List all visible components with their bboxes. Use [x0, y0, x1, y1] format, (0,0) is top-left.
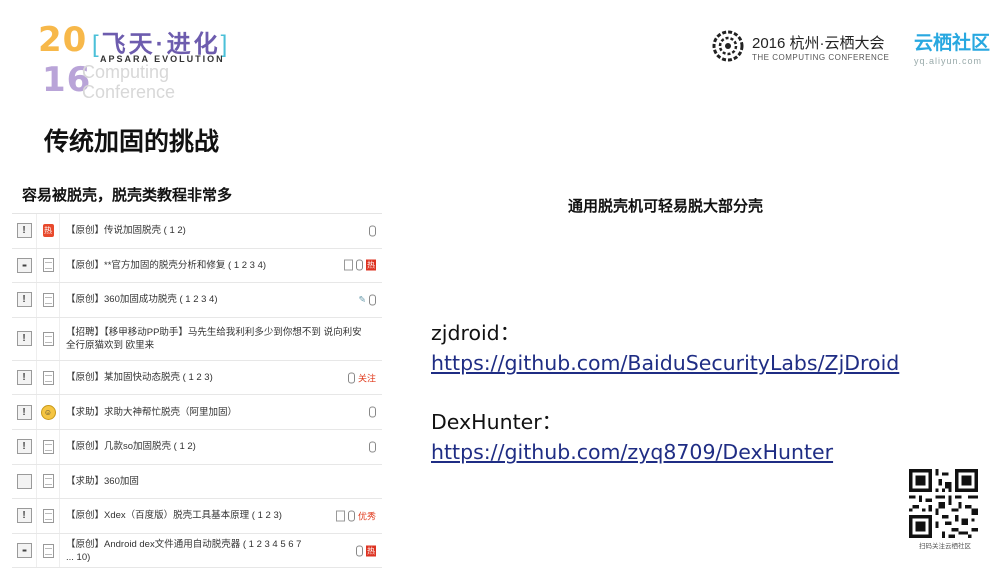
attachment-icon: [356, 545, 363, 557]
qr-caption: 扫码关注云栖社区: [919, 543, 971, 550]
attachment-icon: [369, 441, 376, 453]
forum-row-title[interactable]: 【原创】几款so加固脱壳 ( 1 2): [60, 440, 382, 453]
normal-flag-icon: [16, 473, 32, 489]
alert-flag-icon: !: [16, 404, 32, 420]
attachment-icon: [369, 294, 376, 306]
forum-row[interactable]: 【求助】360加固: [12, 464, 382, 500]
logo-event-sub: APSARA EVOLUTION: [100, 54, 225, 64]
attachment-icon: [369, 225, 376, 237]
left-caption: 容易被脱壳，脱壳类教程非常多: [22, 187, 233, 204]
forum-row-title[interactable]: 【原创】Android dex文件通用自动脱壳器 ( 1 2 3 4 5 6 7…: [60, 538, 382, 564]
alert-flag-icon: !: [16, 370, 32, 386]
conference-globe-icon: [712, 30, 744, 62]
unpacker-links: zjdroid： https://github.com/BaiduSecurit…: [431, 318, 899, 467]
forum-row-title[interactable]: 【原创】360加固成功脱壳 ( 1 2 3 4): [60, 293, 382, 306]
conference-subtitle: THE COMPUTING CONFERENCE: [752, 53, 890, 62]
excellent-badge: 优秀: [357, 511, 376, 522]
community-url: yq.aliyun.com: [914, 56, 983, 66]
forum-row[interactable]: ! 【招聘】【移甲移动PP助手】马先生给我利利多少到你想不到 说向利安全行原猫欢…: [12, 317, 382, 361]
forum-row-title[interactable]: 【原创】传说加固脱壳 ( 1 2): [60, 224, 382, 237]
zjdroid-label: zjdroid：: [431, 321, 521, 345]
forum-row[interactable]: ! 热 【原创】传说加固脱壳 ( 1 2): [12, 214, 382, 249]
document-icon: [42, 258, 54, 273]
dexhunter-label: DexHunter：: [431, 410, 563, 434]
forum-row[interactable]: ! ☺ 【求助】求助大神帮忙脱壳（阿里加固）: [12, 395, 382, 430]
alert-flag-icon: !: [16, 331, 32, 347]
emoticon-icon: ☺: [40, 404, 56, 420]
document-icon: [42, 331, 54, 346]
yunqi-community-logo: 云栖社区 yq.aliyun.com: [914, 28, 1000, 66]
conference-title: 2016 杭州·云栖大会: [752, 35, 885, 52]
pinned-flag-icon: ▪▪: [16, 543, 32, 559]
conference-logo: 2016 杭州·云栖大会 THE COMPUTING CONFERENCE: [712, 30, 902, 70]
image-attachment-icon: [344, 259, 353, 271]
pinned-flag-icon: ▪▪: [16, 257, 32, 273]
logo-year-top: 20: [38, 20, 88, 60]
attachment-icon: [369, 406, 376, 418]
document-icon: [42, 474, 54, 489]
document-icon: [42, 370, 54, 385]
attachment-icon: [347, 510, 355, 522]
document-icon: [42, 292, 54, 307]
alert-flag-icon: !: [16, 508, 32, 524]
forum-row[interactable]: ▪▪ 【原创】**官方加固的脱壳分析和修复 ( 1 2 3 4) 热: [12, 248, 382, 284]
logo-ghost-conference: Conference: [82, 82, 176, 102]
forum-row-title[interactable]: 【招聘】【移甲移动PP助手】马先生给我利利多少到你想不到 说向利安全行原猫欢到 …: [60, 326, 382, 352]
forum-row[interactable]: ! 【原创】某加固快动态脱壳 ( 1 2 3) 关注: [12, 360, 382, 396]
forum-row-title[interactable]: 【求助】求助大神帮忙脱壳（阿里加固）: [60, 406, 382, 419]
slide-title: 传统加固的挑战: [44, 128, 220, 156]
forum-row[interactable]: ! 【原创】Xdex（百度版）脱壳工具基本原理 ( 1 2 3) 优秀: [12, 499, 382, 534]
zjdroid-link[interactable]: https://github.com/BaiduSecurityLabs/ZjD…: [431, 348, 899, 378]
attachment-icon: [347, 372, 355, 384]
forum-row-title[interactable]: 【原创】Xdex（百度版）脱壳工具基本原理 ( 1 2 3): [60, 509, 382, 522]
hot-badge: 热: [366, 545, 376, 557]
forum-row-title[interactable]: 【原创】某加固快动态脱壳 ( 1 2 3): [60, 371, 382, 384]
dexhunter-link[interactable]: https://github.com/zyq8709/DexHunter: [431, 437, 899, 467]
apsara-logo: 20 16 Computing Conference [飞天·进化] APSAR…: [38, 18, 268, 108]
alert-flag-icon: !: [16, 223, 32, 239]
document-icon: [42, 543, 54, 558]
follow-badge: 关注: [357, 373, 376, 384]
forum-row[interactable]: ! 【原创】几款so加固脱壳 ( 1 2): [12, 429, 382, 465]
attachment-icon: [356, 259, 363, 271]
hot-topic-icon: 热: [42, 224, 54, 238]
logo-ghost-computing: Computing: [82, 62, 170, 82]
hot-badge: 热: [366, 259, 376, 271]
forum-row[interactable]: ! 【原创】360加固成功脱壳 ( 1 2 3 4) ✎: [12, 283, 382, 318]
forum-row-title[interactable]: 【求助】360加固: [60, 475, 382, 488]
alert-flag-icon: !: [16, 439, 32, 455]
image-attachment-icon: [335, 510, 345, 522]
alert-flag-icon: !: [16, 292, 32, 308]
edit-icon: ✎: [358, 294, 366, 305]
right-caption: 通用脱壳机可轻易脱大部分壳: [568, 198, 764, 215]
forum-row-title[interactable]: 【原创】**官方加固的脱壳分析和修复 ( 1 2 3 4): [60, 259, 382, 272]
qr-code-icon: [909, 469, 978, 538]
document-icon: [42, 508, 54, 523]
document-icon: [42, 439, 54, 454]
forum-thread-list: ! 热 【原创】传说加固脱壳 ( 1 2) ▪▪ 【原创】**官方加固的脱壳分析…: [12, 213, 382, 568]
community-name: 云栖社区: [914, 33, 991, 54]
